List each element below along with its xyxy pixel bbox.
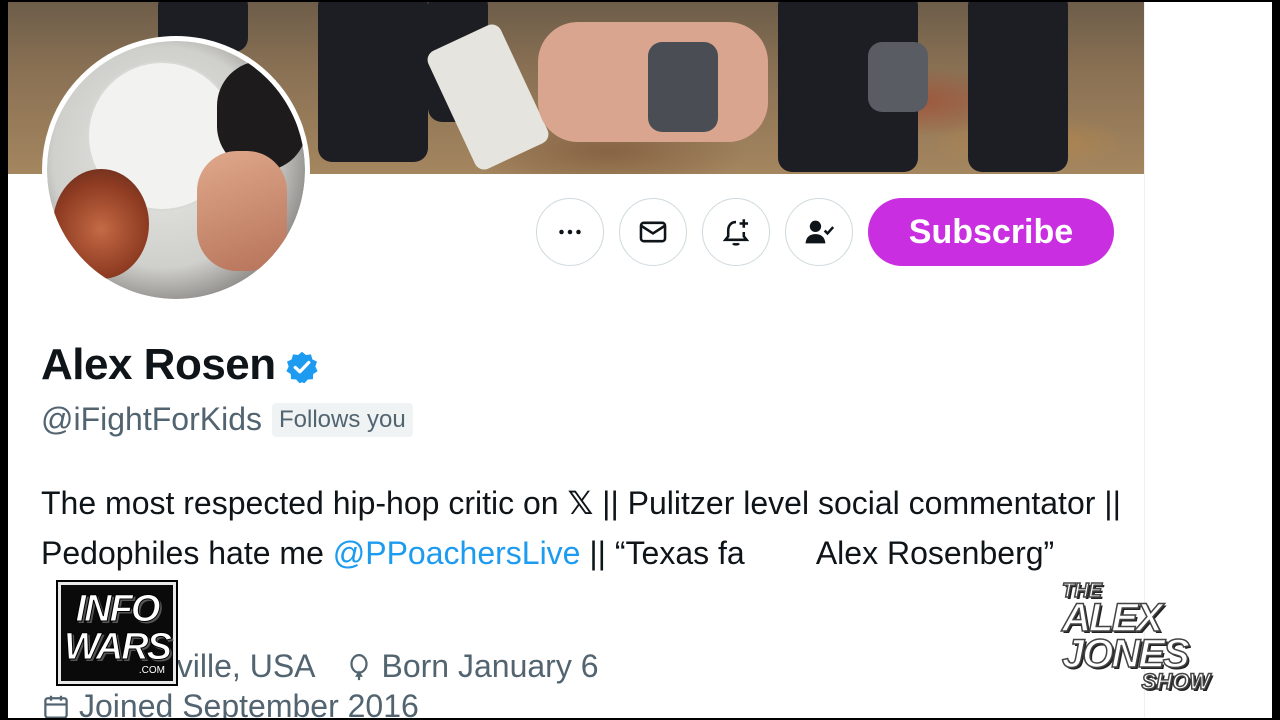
profile-handle-row: @iFightForKids Follows you (41, 401, 413, 438)
balloon-icon (349, 653, 368, 680)
joined-text: Joined September 2016 (79, 688, 419, 718)
calendar-icon (44, 695, 68, 718)
profile-name: Alex Rosen (41, 340, 276, 389)
x-logo-icon: 𝕏 (567, 485, 594, 521)
bio-text: || “Texas fa (580, 535, 745, 571)
banner-figure (318, 2, 428, 162)
show-logo-text: ALEX (1061, 596, 1163, 640)
location-text: dville, USA (159, 648, 316, 684)
profile-handle: @iFightForKids (41, 401, 262, 437)
follows-you-badge: Follows you (271, 402, 413, 437)
birthday-text: Born January 6 (381, 648, 599, 684)
following-button[interactable] (785, 198, 853, 266)
profile-avatar[interactable] (42, 36, 310, 304)
infowars-logo: INFO WARS .COM (58, 582, 176, 684)
avatar-face (53, 169, 149, 279)
banner-figure (648, 42, 718, 132)
notifications-button[interactable] (702, 198, 770, 266)
more-button[interactable] (536, 198, 604, 266)
banner-figure (868, 42, 928, 112)
bell-plus-icon (722, 219, 750, 246)
mail-icon (639, 221, 667, 243)
birthday-item: Born January 6 (344, 648, 599, 685)
bio-mention-link[interactable]: @PPoachersLive (333, 535, 581, 571)
joined-item: Joined September 2016 (41, 688, 419, 718)
profile-bio: The most respected hip-hop critic on 𝕏 |… (41, 478, 1121, 578)
infowars-logo-text: .COM (138, 665, 165, 676)
subscribe-button[interactable]: Subscribe (868, 198, 1114, 266)
more-icon (559, 229, 581, 235)
message-button[interactable] (619, 198, 687, 266)
profile-name-row: Alex Rosen (41, 340, 320, 390)
infowars-logo-text: WARS (64, 626, 173, 668)
show-logo-text: JONES (1061, 632, 1190, 676)
banner-figure (968, 2, 1068, 172)
person-check-icon (805, 220, 835, 244)
avatar-thumb (197, 151, 287, 271)
infowars-logo-text: INFO (75, 588, 161, 630)
bio-text: Alex Rosenberg” (815, 535, 1055, 571)
alex-jones-show-logo: THE ALEX JONES SHOW (1061, 580, 1222, 694)
show-logo-text: SHOW (1141, 669, 1211, 694)
verified-badge-icon[interactable] (284, 349, 320, 385)
bio-text: The most respected hip-hop critic on (41, 485, 568, 521)
